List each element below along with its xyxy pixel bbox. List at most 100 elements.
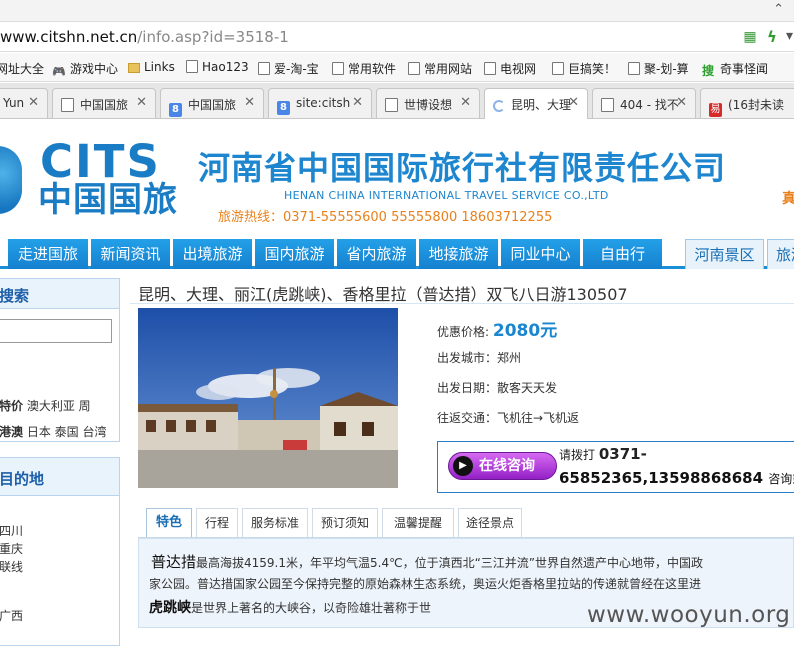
call-prefix: 请拨打 (559, 448, 596, 462)
page-icon (601, 98, 614, 112)
bookmark-item[interactable]: Links (128, 60, 175, 74)
destination-item[interactable]: 广西 (0, 607, 23, 624)
browser-tab[interactable]: 8 中国国旅 ✕ (160, 88, 264, 118)
browser-tab[interactable]: 8 site:citsh ✕ (268, 88, 372, 118)
nav-item-province[interactable]: 省内旅游 (337, 239, 416, 269)
description-keyword: 普达措 (151, 553, 197, 571)
chevron-up-icon[interactable]: ⌃ (773, 2, 784, 17)
bookmark-item[interactable]: 搜奇事怪闻 (702, 60, 768, 78)
page-icon (186, 60, 198, 73)
hot-links[interactable]: 日本 泰国 台湾 (27, 425, 107, 439)
bookmark-item[interactable]: 常用软件 (332, 60, 396, 77)
hot-links-row: 港澳 日本 泰国 台湾 (0, 423, 106, 440)
price-value: 2080元 (492, 321, 558, 341)
bookmark-label: 爱-淘-宝 (274, 62, 319, 76)
nav-item-travel[interactable]: 旅游 (767, 239, 794, 269)
gamepad-icon: 🎮 (52, 65, 66, 78)
qr-code-icon[interactable]: ▦ (742, 29, 758, 45)
tab-label: 世博设想 (404, 98, 453, 112)
nav-item-news[interactable]: 新闻资讯 (91, 239, 170, 269)
company-name: 河南省中国国际旅行社有限责任公司 (198, 149, 727, 187)
call-suffix: 咨询或 (768, 472, 794, 486)
bookmark-label: 常用软件 (348, 62, 397, 76)
description-line: 虎跳峡是世界上著名的大峡谷，以奇险雄壮著称于世 (149, 597, 431, 617)
bookmarks-bar: 网址大全 🎮 游戏中心 Links Hao123 爱-淘-宝 常用软件 常用网站 … (0, 53, 794, 82)
consult-label: 在线咨询 (479, 458, 535, 474)
logo-en: CITS (40, 135, 161, 188)
bookmark-item[interactable]: 网址大全 (0, 60, 44, 77)
close-icon[interactable]: ✕ (352, 95, 363, 110)
url-text[interactable]: www.citshn.net.cn/info.asp?id=3518-1 (0, 28, 289, 46)
close-icon[interactable]: ✕ (28, 95, 39, 110)
header-right-text: 真 (782, 191, 794, 207)
tab-spots[interactable]: 途径景点 (458, 508, 522, 538)
tab-label: Yun (3, 96, 25, 110)
hot-links[interactable]: 澳大利亚 周 (27, 399, 91, 413)
tab-label: 中国国旅 (80, 98, 129, 112)
browser-tab[interactable]: Yun ✕ (0, 88, 48, 118)
bookmark-label: Links (144, 60, 175, 74)
bookmark-label: 聚-划-算 (644, 62, 689, 76)
logo-cn: 中国国旅 (38, 180, 178, 220)
description-keyword: 虎跳峡 (149, 600, 191, 616)
photo-image (138, 308, 398, 488)
bookmark-item[interactable]: 聚-划-算 (628, 60, 689, 77)
depart-city: 出发城市：郑州 (437, 351, 522, 365)
bookmark-item[interactable]: Hao123 (186, 60, 249, 74)
bookmark-item[interactable]: 电视网 (484, 60, 536, 77)
nav-item-free-travel[interactable]: 自由行 (583, 239, 662, 269)
close-icon[interactable]: ✕ (568, 95, 579, 110)
loading-icon (493, 100, 505, 112)
nav-item-trade[interactable]: 同业中心 (501, 239, 580, 269)
price-label: 优惠价格: (437, 325, 490, 339)
destination-item[interactable]: 重庆 (0, 540, 23, 557)
bookmark-item[interactable]: 巨搞笑！ (552, 60, 616, 77)
nav-item-local[interactable]: 地接旅游 (419, 239, 498, 269)
bookmark-label: 网址大全 (0, 62, 45, 76)
nav-item-outbound[interactable]: 出境旅游 (173, 239, 252, 269)
bookmark-item[interactable]: 爱-淘-宝 (258, 60, 319, 77)
phone-line-2: 65852365,13598868684 咨询或 (559, 469, 794, 487)
google-icon: 8 (169, 103, 182, 117)
tab-features[interactable]: 特色 (146, 508, 192, 538)
close-icon[interactable]: ✕ (136, 95, 147, 110)
page-icon (628, 62, 640, 75)
window-top-strip: ⌃ (0, 0, 794, 22)
close-icon[interactable]: ✕ (460, 95, 471, 110)
page-icon (385, 98, 398, 112)
phone-line-1: 请拨打 0371- (559, 445, 647, 463)
tab-label: 404 - 找不 (620, 98, 679, 112)
destination-item[interactable]: 联线 (0, 558, 23, 575)
destination-item[interactable]: 四川 (0, 522, 23, 539)
browser-tab[interactable]: 404 - 找不 ✕ (592, 88, 696, 118)
bookmark-item[interactable]: 常用网站 (408, 60, 472, 77)
search-input[interactable] (0, 319, 112, 343)
online-consult-button[interactable]: ▶ 在线咨询 (448, 452, 557, 480)
description-line: 家公园。普达措国家公园至今保持完整的原始森林生态系统，奥运火炬香格里拉站的传递就… (149, 577, 702, 591)
tab-itinerary[interactable]: 行程 (196, 508, 238, 538)
description-text: 是世界上著名的大峡谷，以奇险雄壮著称于世 (191, 601, 432, 615)
tab-booking[interactable]: 预订须知 (312, 508, 378, 538)
nav-item-about[interactable]: 走进国旅 (8, 239, 88, 269)
nav-item-domestic[interactable]: 国内旅游 (255, 239, 334, 269)
browser-tab-active[interactable]: 昆明、大理 ✕ (484, 88, 588, 119)
dropdown-icon[interactable]: ▾ (786, 28, 793, 44)
folder-icon (128, 63, 140, 73)
url-host: www.citshn.net.cn (0, 28, 138, 46)
browser-tab[interactable]: 中国国旅 ✕ (52, 88, 156, 118)
description-text: 最高海拔4159.1米，年平均气温5.4℃，位于滇西北“三江并流”世界自然遗产中… (196, 556, 704, 570)
close-icon[interactable]: ✕ (244, 95, 255, 110)
browser-tab[interactable]: 世博设想 ✕ (376, 88, 480, 118)
hotline: 旅游热线：0371-55555600 55555800 18603712255 (218, 210, 553, 225)
browser-tab[interactable]: 易 (16封未读 (700, 88, 794, 118)
hot-links-row: 特价 澳大利亚 周 (0, 397, 91, 414)
mail-icon: 易 (709, 103, 722, 117)
close-icon[interactable]: ✕ (676, 95, 687, 110)
lightning-icon[interactable]: ϟ (764, 28, 780, 46)
bookmark-item[interactable]: 🎮 游戏中心 (52, 60, 118, 78)
nav-item-scenic[interactable]: 河南景区 (685, 239, 764, 269)
tab-service[interactable]: 服务标准 (242, 508, 308, 538)
address-bar[interactable]: www.citshn.net.cn/info.asp?id=3518-1 ▦ ϟ… (0, 22, 794, 52)
tab-tips[interactable]: 温馨提醒 (382, 508, 454, 538)
bookmark-label: 游戏中心 (70, 62, 119, 76)
